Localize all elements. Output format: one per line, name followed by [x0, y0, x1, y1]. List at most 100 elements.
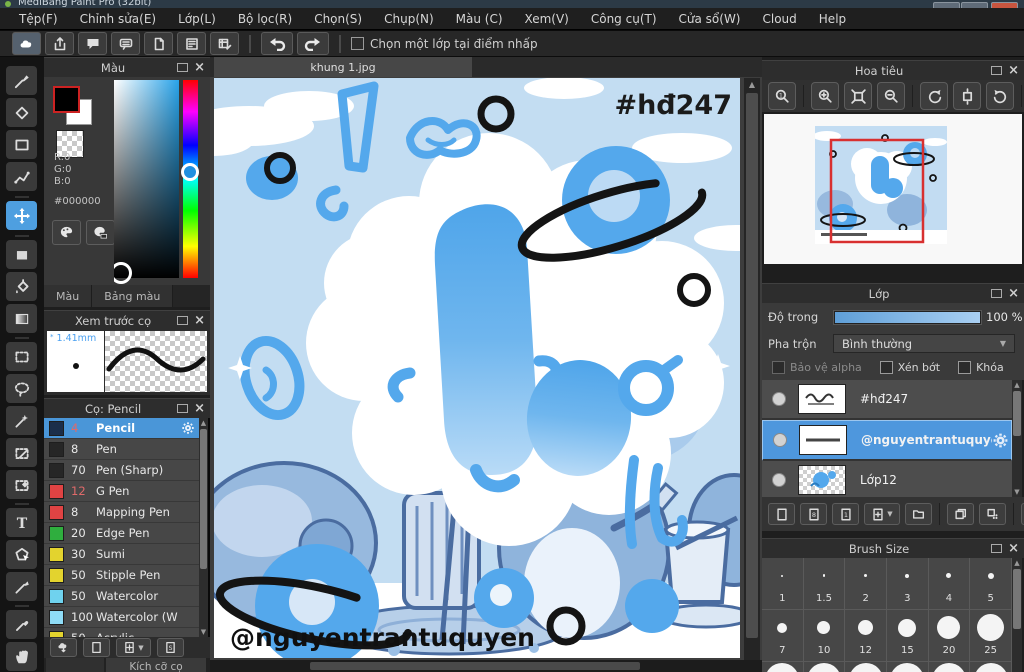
close-icon[interactable]: ×	[194, 61, 205, 74]
brush-size-cell[interactable]	[804, 662, 846, 672]
menu-item[interactable]: Chỉnh sửa(E)	[69, 10, 168, 28]
script-brush-button[interactable]: S	[157, 638, 184, 657]
brush-size-cell[interactable]: 10	[803, 610, 846, 662]
comment-panel-button[interactable]	[111, 32, 140, 55]
brush-size-cell[interactable]: 1.5	[803, 558, 846, 610]
lasso-tool[interactable]	[6, 374, 37, 403]
rotate-right-button[interactable]	[986, 82, 1014, 110]
brush-item[interactable]: 8 Mapping Pen	[44, 502, 199, 523]
menu-item[interactable]: Chọn(S)	[303, 10, 373, 28]
eraser-tool[interactable]	[6, 98, 37, 127]
brush-size-cell[interactable]	[762, 662, 804, 672]
blend-mode-dropdown[interactable]: Bình thường ▼	[833, 334, 1015, 353]
brush-cloud-download-button[interactable]	[50, 638, 77, 657]
saturation-value-picker[interactable]	[114, 80, 179, 278]
brush-size-cell[interactable]	[845, 662, 887, 672]
menu-item[interactable]: Xem(V)	[514, 10, 580, 28]
doc-list-button[interactable]	[177, 32, 206, 55]
select-layer-checkbox[interactable]: Chọn một lớp tại điểm nhấp	[351, 37, 538, 51]
brush-size-cell[interactable]: 25	[970, 610, 1012, 662]
zoom-ratio-button[interactable]: 1	[768, 82, 796, 110]
palette-cmy-button[interactable]	[86, 220, 115, 245]
close-icon[interactable]: ×	[194, 402, 205, 415]
layer-option-checkbox[interactable]: Xén bớt	[879, 361, 940, 374]
brush-size-cell[interactable]: 3	[887, 558, 929, 610]
grid-edit-button[interactable]	[210, 32, 239, 55]
canvas-vscrollbar[interactable]: ▲	[744, 78, 760, 660]
layer-row[interactable]: #hđ247	[762, 380, 1012, 420]
text-tool[interactable]: T	[6, 508, 37, 537]
export-button[interactable]	[45, 32, 74, 55]
rotate-left-button[interactable]	[920, 82, 948, 110]
menu-item[interactable]: Cloud	[752, 10, 808, 28]
popout-icon[interactable]	[991, 289, 1003, 298]
comment-button[interactable]	[78, 32, 107, 55]
move-tool[interactable]	[6, 201, 37, 230]
menu-item[interactable]: Màu (C)	[445, 10, 514, 28]
duplicate-layer-button[interactable]	[947, 503, 974, 525]
undo-button[interactable]	[261, 32, 293, 55]
brush-list-scrollbar[interactable]: ▲ ▼	[199, 418, 208, 637]
brush-size-cell[interactable]: 2	[845, 558, 887, 610]
cloud-button[interactable]	[12, 32, 41, 55]
bucket-tool[interactable]	[6, 272, 37, 301]
menu-item[interactable]: Bộ lọc(R)	[227, 10, 303, 28]
brush-item[interactable]: 50 Acrylic	[44, 628, 199, 637]
brush-item[interactable]: 8 Pen	[44, 439, 199, 460]
eyedropper-tool[interactable]	[6, 610, 37, 639]
shape-tool[interactable]	[6, 130, 37, 159]
add-layer-menu-button[interactable]: ▼	[864, 503, 900, 525]
brush-item[interactable]: 20 Edge Pen	[44, 523, 199, 544]
brush-size-cell[interactable]	[929, 662, 971, 672]
color-tab[interactable]: Bảng màu	[92, 285, 174, 307]
brush-size-tab[interactable]: Kích cỡ cọ	[106, 658, 206, 672]
brush-size-cell[interactable]: 5	[970, 558, 1012, 610]
brush-item[interactable]: 30 Sumi	[44, 544, 199, 565]
brush-tool[interactable]	[6, 66, 37, 95]
layer-list-scrollbar[interactable]: ▲ ▼	[1012, 380, 1022, 497]
brush-item[interactable]: 100 Watercolor (W	[44, 607, 199, 628]
close-icon[interactable]: ×	[1008, 542, 1019, 555]
popout-icon[interactable]	[991, 66, 1003, 75]
layer-option-checkbox[interactable]: Bảo vệ alpha	[772, 361, 862, 374]
reset-rotation-button[interactable]	[953, 82, 981, 110]
merge-layer-button[interactable]	[979, 503, 1006, 525]
title-bar[interactable]: MediBang Paint Pro (32bit)	[0, 0, 1024, 14]
close-icon[interactable]: ×	[1008, 64, 1019, 77]
layer-visibility-toggle[interactable]	[772, 392, 786, 406]
zoom-out-button[interactable]	[877, 82, 905, 110]
canvas-tab[interactable]: khung 1.jpg	[214, 57, 472, 77]
layer-settings-icon[interactable]	[992, 432, 1009, 449]
new-brush-button[interactable]	[83, 638, 110, 657]
select-eraser-tool[interactable]	[6, 470, 37, 499]
redo-button[interactable]	[297, 32, 329, 55]
divide-tool[interactable]	[6, 572, 37, 601]
popout-icon[interactable]	[991, 544, 1003, 553]
brush-size-cell[interactable]: 20	[928, 610, 971, 662]
brush-item[interactable]: 4 Pencil	[44, 418, 199, 439]
brush-size-cell[interactable]	[970, 662, 1012, 672]
add-8bit-layer-button[interactable]: 8	[800, 503, 827, 525]
brush-settings-icon[interactable]	[181, 421, 195, 435]
operation-tool[interactable]	[6, 540, 37, 569]
gradient-tool[interactable]	[6, 304, 37, 333]
canvas-hscrollbar[interactable]	[210, 660, 762, 672]
add-layer-button[interactable]	[768, 503, 795, 525]
layer-row[interactable]: Lớp12	[762, 461, 1012, 497]
brush-size-cell[interactable]: 4	[928, 558, 971, 610]
foreground-color-swatch[interactable]	[53, 86, 80, 113]
menu-item[interactable]: Chụp(N)	[373, 10, 445, 28]
layer-visibility-toggle[interactable]	[773, 433, 787, 447]
close-icon[interactable]: ×	[1008, 287, 1019, 300]
popout-icon[interactable]	[177, 316, 189, 325]
opacity-slider[interactable]	[833, 310, 982, 325]
brush-item[interactable]: 50 Stipple Pen	[44, 565, 199, 586]
fit-screen-button[interactable]	[844, 82, 872, 110]
color-tab[interactable]: Màu	[44, 285, 93, 307]
popout-icon[interactable]	[177, 63, 189, 72]
brush-item[interactable]: 50 Watercolor	[44, 586, 199, 607]
menu-item[interactable]: Tệp(F)	[8, 10, 69, 28]
close-icon[interactable]: ×	[194, 314, 205, 327]
fill-rect-tool[interactable]	[6, 240, 37, 269]
checkbox-box[interactable]	[351, 37, 364, 50]
